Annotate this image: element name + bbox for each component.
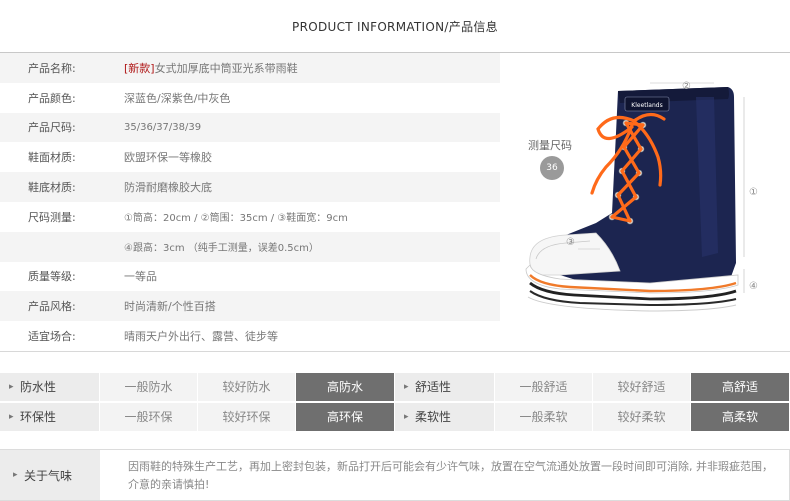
- spec-value: 35/36/37/38/39: [124, 121, 202, 133]
- rain-boot-image: Kleetlands ② ① ③ ④: [525, 81, 758, 312]
- rating-label: 防水性: [0, 373, 100, 401]
- spec-row-sole-material: 鞋底材质: 防滑耐磨橡胶大底: [0, 172, 500, 202]
- rating-option: 较好环保: [198, 403, 296, 431]
- marker-3: ③: [566, 237, 575, 248]
- spec-value: [新款]女式加厚底中筒亚光系带雨鞋: [124, 60, 298, 76]
- rating-label: 环保性: [0, 403, 100, 431]
- product-name: 女式加厚底中筒亚光系带雨鞋: [154, 61, 298, 75]
- rating-option: 较好舒适: [593, 373, 691, 401]
- marker-4: ④: [749, 281, 758, 292]
- rating-label: 舒适性: [395, 373, 495, 401]
- rating-option: 较好防水: [198, 373, 296, 401]
- divider: [0, 351, 790, 352]
- page-title: PRODUCT INFORMATION/产品信息: [292, 20, 498, 34]
- rating-option-selected: 高柔软: [691, 403, 790, 431]
- spec-label: 产品颜色:: [28, 91, 76, 105]
- rating-option: 一般舒适: [495, 373, 593, 401]
- odor-notice: 关于气味 因雨鞋的特殊生产工艺，再加上密封包装，新品打开后可能会有少许气味，放置…: [0, 449, 790, 501]
- spec-value: ①筒高：20cm / ②筒围：35cm / ③鞋面宽：9cm: [124, 213, 348, 225]
- spec-row-upper-material: 鞋面材质: 欧盟环保一等橡胶: [0, 142, 500, 173]
- new-tag: [新款]: [124, 61, 155, 75]
- spec-label: 质量等级:: [28, 270, 76, 284]
- rating-table: 防水性 一般防水 较好防水 高防水 舒适性 一般舒适 较好舒适 高舒适 环保性 …: [0, 373, 790, 433]
- measure-size-label: 测量尺码: [528, 139, 572, 152]
- spec-label: 尺码测量:: [28, 210, 76, 224]
- spec-label: 产品风格:: [28, 300, 76, 314]
- spec-label: 产品尺码:: [28, 121, 76, 135]
- rating-option: 一般柔软: [495, 403, 593, 431]
- spec-value: 防滑耐磨橡胶大底: [124, 181, 212, 195]
- spec-table: 产品名称: [新款]女式加厚底中筒亚光系带雨鞋 产品颜色: 深蓝色/深紫色/中灰…: [0, 53, 500, 351]
- rating-row: 环保性 一般环保 较好环保 高环保 柔软性 一般柔软 较好柔软 高柔软: [0, 403, 790, 431]
- rating-option: 较好柔软: [593, 403, 691, 431]
- rating-option-selected: 高环保: [296, 403, 395, 431]
- spec-value: 深蓝色/深紫色/中灰色: [124, 91, 231, 105]
- spec-value: 欧盟环保一等橡胶: [124, 151, 212, 165]
- spec-value: 时尚清新/个性百搭: [124, 300, 216, 314]
- rating-label: 柔软性: [395, 403, 495, 431]
- marker-1: ①: [749, 187, 758, 198]
- spec-row-grade: 质量等级: 一等品: [0, 261, 500, 292]
- rating-option: 一般防水: [100, 373, 198, 401]
- rating-option-selected: 高防水: [296, 373, 395, 401]
- spec-value: ④跟高：3cm （纯手工测量，误差0.5cm）: [124, 243, 319, 255]
- brand-patch: Kleetlands: [631, 102, 662, 109]
- spec-value: 一等品: [124, 270, 157, 284]
- spec-label: 产品名称:: [28, 61, 76, 75]
- spec-value: 晴雨天户外出行、露营、徒步等: [124, 330, 278, 344]
- spec-row-occasion: 适宜场合: 晴雨天户外出行、露营、徒步等: [0, 321, 500, 351]
- spec-row-color: 产品颜色: 深蓝色/深紫色/中灰色: [0, 82, 500, 113]
- spec-label: 鞋底材质:: [28, 181, 76, 195]
- spec-row-name: 产品名称: [新款]女式加厚底中筒亚光系带雨鞋: [0, 53, 500, 83]
- spec-row-size: 产品尺码: 35/36/37/38/39: [0, 112, 500, 143]
- spec-label: 适宜场合:: [28, 330, 76, 344]
- spec-row-style: 产品风格: 时尚清新/个性百搭: [0, 291, 500, 322]
- spec-row-measure-cont: ④跟高：3cm （纯手工测量，误差0.5cm）: [0, 231, 500, 262]
- notice-label: 关于气味: [0, 449, 100, 501]
- measure-size-badge: 36: [540, 156, 564, 180]
- rating-option-selected: 高舒适: [691, 373, 790, 401]
- marker-2: ②: [682, 81, 691, 92]
- spec-row-measure: 尺码测量: ①筒高：20cm / ②筒围：35cm / ③鞋面宽：9cm: [0, 201, 500, 232]
- rating-row: 防水性 一般防水 较好防水 高防水 舒适性 一般舒适 较好舒适 高舒适: [0, 373, 790, 401]
- notice-text: 因雨鞋的特殊生产工艺，再加上密封包装，新品打开后可能会有少许气味，放置在空气流通…: [100, 449, 790, 501]
- spec-label: 鞋面材质:: [28, 151, 76, 165]
- rating-option: 一般环保: [100, 403, 198, 431]
